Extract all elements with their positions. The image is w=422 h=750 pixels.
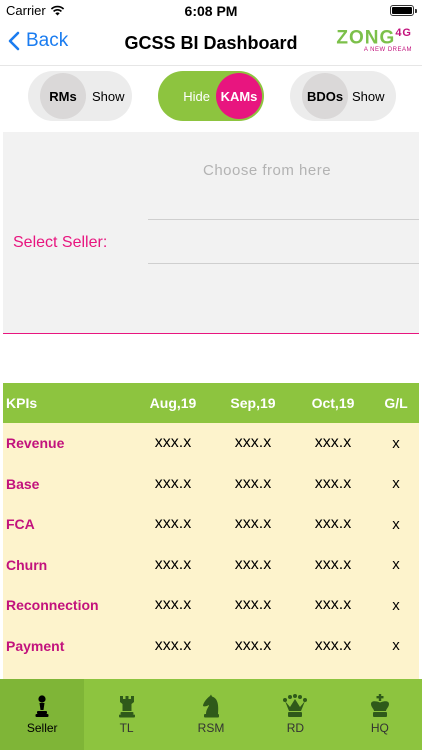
knight-icon	[203, 694, 220, 718]
tab-rsm[interactable]: RSM	[169, 679, 253, 750]
table-row: Churn xxx.x xxx.x xxx.x x	[3, 545, 419, 586]
tab-label: HQ	[370, 721, 389, 735]
header-oct: Oct,19	[311, 395, 355, 411]
kpi-gl: x	[392, 556, 400, 574]
status-time: 6:08 PM	[184, 3, 238, 19]
header-kpis: KPIs	[6, 395, 38, 411]
seller-picker-placeholder[interactable]: Choose from here	[203, 162, 331, 179]
kpi-table-body: Revenue xxx.x xxx.x xxx.x x Base xxx.x x…	[3, 423, 419, 719]
tab-bar: Seller TL RSM RD HQ	[0, 679, 422, 750]
kpi-gl: x	[392, 637, 400, 655]
kpi-name: Payment	[6, 637, 65, 654]
rook-icon	[118, 696, 135, 718]
kpi-value: xxx.x	[234, 555, 272, 573]
rms-toggle-state: Show	[92, 88, 125, 104]
kpi-name: Churn	[6, 556, 48, 573]
seller-picker-panel[interactable]: Choose from here Select Seller:	[3, 132, 419, 334]
rms-toggle-knob: RMs	[40, 73, 86, 119]
brand-logo: ZONG4G A NEW DREAM	[336, 27, 412, 53]
kpi-gl: x	[392, 434, 400, 452]
tab-hq[interactable]: HQ	[338, 679, 422, 750]
kpi-table: KPIs Aug,19 Sep,19 Oct,19 G/L Revenue xx…	[3, 383, 419, 719]
table-row: Base xxx.x xxx.x xxx.x x	[3, 464, 419, 505]
kpi-value: xxx.x	[234, 434, 272, 452]
tab-tl[interactable]: TL	[84, 679, 168, 750]
kpi-value: xxx.x	[154, 596, 192, 614]
kpi-value: xxx.x	[234, 596, 272, 614]
header-aug: Aug,19	[149, 395, 197, 411]
rms-toggle[interactable]: RMs Show	[28, 71, 132, 121]
king-icon	[370, 694, 389, 717]
select-seller-label: Select Seller:	[13, 234, 108, 251]
status-bar: Carrier 6:08 PM	[0, 0, 422, 22]
battery-icon	[390, 5, 417, 16]
picker-divider-top	[148, 219, 419, 220]
kpi-value: xxx.x	[154, 515, 192, 533]
kpi-name: Base	[6, 475, 40, 492]
kpi-value: xxx.x	[234, 474, 272, 492]
kams-toggle[interactable]: Hide KAMs	[158, 71, 264, 121]
kpi-value: xxx.x	[314, 596, 352, 614]
kpi-value: xxx.x	[154, 474, 192, 492]
kpi-gl: x	[392, 475, 400, 493]
kpi-value: xxx.x	[154, 636, 192, 654]
queen-icon	[283, 694, 308, 717]
kpi-value: xxx.x	[234, 515, 272, 533]
kpi-value: xxx.x	[314, 555, 352, 573]
kpi-value: xxx.x	[234, 636, 272, 654]
table-row: Payment xxx.x xxx.x xxx.x x	[3, 626, 419, 667]
kpi-value: xxx.x	[314, 515, 352, 533]
kpi-value: xxx.x	[154, 555, 192, 573]
bdos-toggle[interactable]: BDOs Show	[290, 71, 396, 121]
table-row: FCA xxx.x xxx.x xxx.x x	[3, 504, 419, 545]
bdos-toggle-state: Show	[352, 88, 385, 104]
kpi-gl: x	[392, 515, 400, 533]
logo-suffix: 4G	[395, 27, 412, 39]
tab-label: RSM	[197, 721, 225, 735]
kpi-value: xxx.x	[314, 474, 352, 492]
table-row: Revenue xxx.x xxx.x xxx.x x	[3, 423, 419, 464]
pawn-icon	[35, 695, 49, 717]
tab-rd[interactable]: RD	[253, 679, 337, 750]
kpi-value: xxx.x	[314, 636, 352, 654]
kams-toggle-knob: KAMs	[216, 73, 262, 119]
bdos-toggle-knob: BDOs	[302, 73, 348, 119]
table-row: Reconnection xxx.x xxx.x xxx.x x	[3, 585, 419, 626]
tab-seller[interactable]: Seller	[0, 679, 85, 750]
tab-label: RD	[286, 721, 305, 735]
kpi-value: xxx.x	[154, 434, 192, 452]
header-gl: G/L	[384, 395, 408, 411]
header-sep: Sep,19	[230, 395, 276, 411]
kams-toggle-state: Hide	[183, 88, 210, 104]
kpi-name: Revenue	[6, 435, 65, 452]
kpi-table-header: KPIs Aug,19 Sep,19 Oct,19 G/L	[3, 383, 419, 423]
kpi-value: xxx.x	[314, 434, 352, 452]
tab-label: Seller	[26, 721, 58, 735]
navigation-bar: Back GCSS BI Dashboard ZONG4G A NEW DREA…	[0, 22, 422, 66]
kpi-name: Reconnection	[6, 597, 99, 614]
kpi-name: FCA	[6, 516, 35, 533]
kpi-gl: x	[392, 596, 400, 614]
logo-brand: ZONG	[336, 27, 396, 49]
tab-label: TL	[119, 721, 134, 735]
picker-divider-bottom	[148, 263, 419, 264]
